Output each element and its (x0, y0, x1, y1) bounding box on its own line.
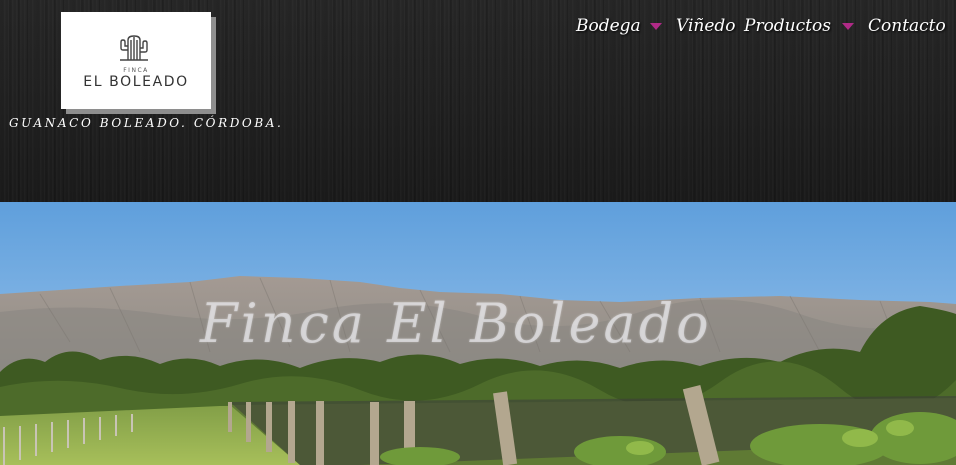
cactus-icon (120, 35, 148, 61)
main-nav: Bodega Viñedo Productos Contacto (560, 16, 952, 46)
tagline: GUANACO BOLEADO. CÓRDOBA. (9, 116, 284, 130)
nav-item-vinedo[interactable]: Viñedo (676, 16, 736, 36)
nav-item-bodega[interactable]: Bodega (576, 16, 641, 36)
logo-name: EL BOLEADO (83, 74, 189, 90)
hero-title: Finca El Boleado (200, 292, 712, 355)
logo[interactable]: FINCA EL BOLEADO (61, 12, 211, 109)
page: FINCA EL BOLEADO GUANACO BOLEADO. CÓRDOB… (0, 0, 956, 465)
site-header: FINCA EL BOLEADO GUANACO BOLEADO. CÓRDOB… (0, 0, 956, 202)
logo-small-text: FINCA (123, 67, 149, 74)
caret-down-icon[interactable] (650, 23, 662, 30)
nav-item-contacto[interactable]: Contacto (868, 16, 946, 36)
hero-banner: Finca El Boleado (0, 202, 956, 465)
caret-down-icon[interactable] (842, 23, 854, 30)
nav-item-productos[interactable]: Productos (744, 16, 831, 36)
